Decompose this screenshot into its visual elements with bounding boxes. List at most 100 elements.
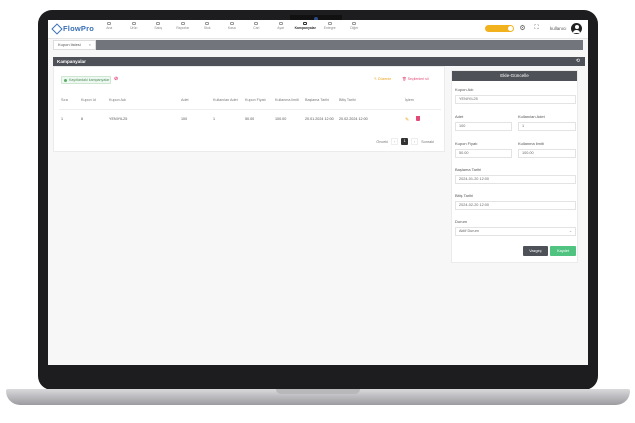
nav-item-cari[interactable]: Cari	[244, 22, 269, 30]
logo[interactable]: FlowPro	[51, 22, 94, 35]
col-fiyat[interactable]: Kupon Fiyatı	[243, 91, 273, 110]
delete-selected-action[interactable]: 🗑 Seçilenleri sil	[402, 77, 429, 81]
clear-filter-icon[interactable]: ⊘	[114, 77, 120, 82]
nav-item-raporlar[interactable]: Raporlar	[171, 22, 196, 30]
avatar[interactable]	[571, 23, 582, 34]
durum-label: Durum	[455, 219, 468, 224]
theme-toggle[interactable]	[485, 25, 514, 32]
cell-kullanilan: 1	[213, 117, 216, 121]
col-adet[interactable]: Adet	[179, 91, 211, 110]
cell-kupon-adi: YENIYIL25	[109, 117, 128, 121]
app-screen: FlowPro Ana Ürün Satış Raporlar Stok Kas…	[48, 20, 588, 365]
main-nav: Ana Ürün Satış Raporlar Stok Kasa Cari A…	[97, 22, 367, 30]
nav-item-ayar[interactable]: Ayar	[269, 22, 294, 30]
bitis-label: Bitiş Tarihi	[455, 193, 474, 198]
close-icon[interactable]: ×	[89, 41, 91, 49]
nav-item-diger[interactable]: Diğer	[342, 22, 367, 30]
col-islem: İşlem	[403, 91, 441, 110]
nav-icon	[205, 22, 210, 25]
nav-item-satis[interactable]: Satış	[146, 22, 171, 30]
nav-icon	[278, 22, 283, 25]
filter-chip[interactable]: Kayıtlardaki kampanyalar	[61, 76, 111, 84]
tab-kupon-listesi[interactable]: Kupon listesi ×	[53, 40, 96, 50]
delete-icon[interactable]	[416, 115, 420, 121]
coupon-table: Sıra Kupon Id Kupon Adı Adet Kullanılan …	[59, 91, 441, 128]
chevron-down-icon: ⌄	[568, 229, 572, 233]
nav-item-urun[interactable]: Ürün	[122, 22, 147, 30]
pager-next-button[interactable]: ›	[411, 138, 419, 145]
nav-icon	[327, 22, 332, 25]
nav-icon	[156, 22, 161, 25]
col-bitis[interactable]: Bitiş Tarihi	[337, 91, 403, 110]
cell-bitis: 20.02.2024 12:00	[339, 117, 368, 121]
col-kupon-adi[interactable]: Kupon Adı	[107, 91, 179, 110]
base-notch	[276, 389, 360, 394]
fullscreen-icon[interactable]: ⛶	[533, 25, 540, 32]
nav-icon	[352, 22, 357, 25]
nav-item-kampanyalar[interactable]: Kampanyalar	[293, 22, 318, 30]
nav-icon	[303, 22, 308, 25]
bitis-input[interactable]: 2024-02-20 12:00	[455, 201, 576, 210]
gear-icon[interactable]: ⚙	[519, 25, 526, 32]
fiyat-label: Kupon Fiyatı	[455, 141, 478, 146]
durum-select[interactable]: Aktif Durum ⌄	[455, 227, 576, 236]
cell-limit: 100.00	[275, 117, 287, 121]
nav-item-entegre[interactable]: Entegre	[318, 22, 343, 30]
durum-select-value: Aktif Durum	[459, 229, 479, 233]
refresh-icon[interactable]: ⟲	[576, 57, 580, 66]
nav-icon	[254, 22, 259, 25]
nav-icon	[229, 22, 234, 25]
limit-label: Kullanma limiti	[518, 141, 544, 146]
cell-islem: ✎	[403, 110, 441, 129]
page-title: Kampanyalar ⟲	[53, 57, 585, 66]
toggle-knob	[508, 26, 513, 31]
adet-label: Adet	[455, 114, 464, 119]
cell-sira: 1	[61, 117, 64, 121]
filter-icon	[64, 78, 67, 82]
pager-prev-label[interactable]: Önceki	[376, 140, 388, 144]
col-baslama[interactable]: Başlama Tarihi	[303, 91, 337, 110]
logo-icon	[51, 22, 63, 35]
nav-item-stok[interactable]: Stok	[195, 22, 220, 30]
baslama-label: Başlama Tarihi	[455, 167, 482, 172]
pager-prev-button[interactable]: ‹	[391, 138, 399, 145]
edit-icon[interactable]: ✎	[405, 117, 410, 123]
table-row[interactable]: 1 8 YENIYIL25 100 1 50.00 100.00 20.01.2…	[59, 110, 441, 129]
baslama-input[interactable]: 2024-01-20 12:00	[455, 175, 576, 184]
fiyat-input[interactable]: 50.00	[455, 149, 512, 158]
kupon-adi-label: Kupon Adı	[455, 87, 474, 92]
adet-input[interactable]: 100	[455, 122, 512, 131]
col-kupon-id[interactable]: Kupon Id	[79, 91, 107, 110]
kullanilan-input[interactable]: 1	[518, 122, 576, 131]
col-kullanilan[interactable]: Kullanılan Adet	[211, 91, 243, 110]
nav-item-ana[interactable]: Ana	[97, 22, 122, 30]
laptop-base	[6, 389, 630, 405]
nav-icon	[180, 22, 185, 25]
pager-next-label[interactable]: Sonraki	[421, 140, 434, 144]
user-name: kullanıcı	[550, 26, 567, 31]
kullanilan-label: Kullanılan Adet	[518, 114, 545, 119]
cell-baslama: 20.01.2024 12:00	[305, 117, 334, 121]
form-title: Ekle-Güncelle	[452, 71, 577, 81]
save-button[interactable]: Kaydet	[550, 246, 576, 256]
pager-current-page[interactable]: 1	[401, 138, 409, 145]
nav-icon	[131, 22, 136, 25]
tab-label: Kupon listesi	[58, 42, 81, 47]
table-header-row: Sıra Kupon Id Kupon Adı Adet Kullanılan …	[59, 91, 441, 110]
tabs-bar: Kupon listesi ×	[53, 40, 583, 50]
coupon-list-card: Kayıtlardaki kampanyalar ⊘ ✎ Düzenle 🗑 S…	[53, 66, 445, 152]
page-title-text: Kampanyalar	[57, 59, 86, 64]
cell-kupon-id: 8	[81, 117, 84, 121]
coupon-form-panel: Ekle-Güncelle Kupon Adı YENIYIL25 Adet 1…	[451, 70, 578, 263]
col-sira[interactable]: Sıra	[59, 91, 79, 110]
logo-text: FlowPro	[63, 24, 94, 33]
kupon-adi-input[interactable]: YENIYIL25	[455, 95, 576, 104]
cancel-button[interactable]: Vazgeç	[523, 246, 548, 256]
cell-fiyat: 50.00	[245, 117, 255, 121]
col-limit[interactable]: Kullanma limiti	[273, 91, 303, 110]
nav-item-kasa[interactable]: Kasa	[220, 22, 245, 30]
edit-action[interactable]: ✎ Düzenle	[374, 77, 391, 81]
limit-input[interactable]: 100.00	[518, 149, 576, 158]
pagination: Önceki ‹ 1 › Sonraki	[376, 138, 434, 145]
top-bar: FlowPro Ana Ürün Satış Raporlar Stok Kas…	[48, 20, 588, 39]
